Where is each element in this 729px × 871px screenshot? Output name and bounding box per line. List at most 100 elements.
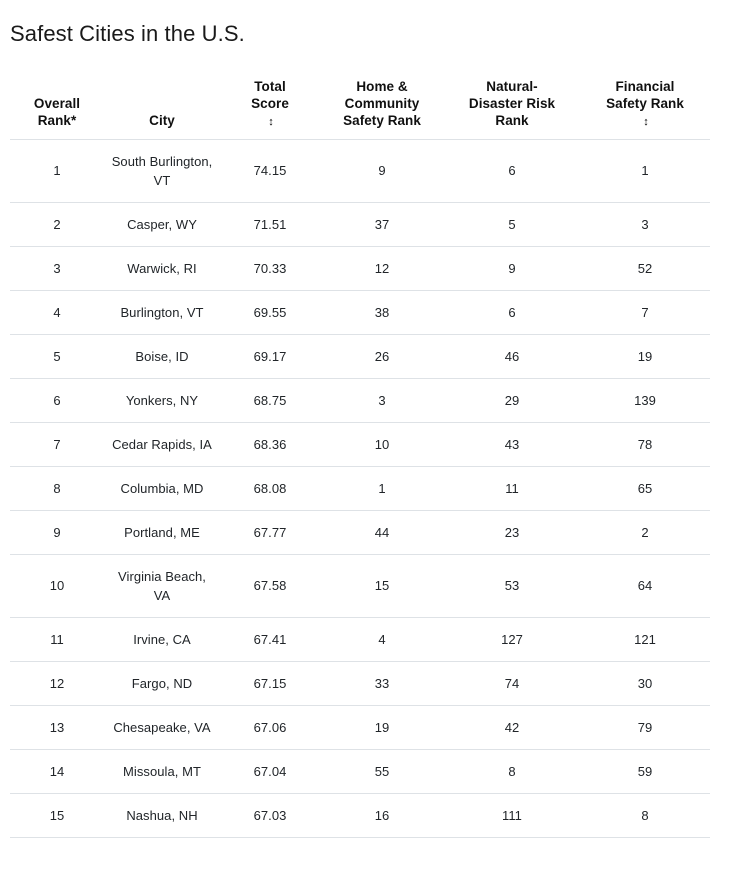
- sort-icon-line: ↕: [224, 112, 316, 129]
- table-row: 14 Missoula, MT 67.04 55 8 59: [10, 749, 710, 794]
- cell-city: Virginia Beach, VA: [104, 554, 220, 618]
- cell-rank: 12: [10, 661, 104, 706]
- cell-fin: 78: [580, 422, 710, 467]
- cell-city: Columbia, MD: [104, 466, 220, 511]
- cell-nat: 42: [444, 705, 580, 750]
- cell-home: 1: [320, 466, 444, 511]
- cell-fin: 19: [580, 334, 710, 379]
- column-total-score[interactable]: Total Score ↕: [220, 78, 320, 140]
- cell-home: 16: [320, 793, 444, 838]
- cell-rank: 4: [10, 290, 104, 335]
- cell-nat: 111: [444, 793, 580, 838]
- cell-fin: 64: [580, 554, 710, 618]
- table-row: 9 Portland, ME 67.77 44 23 2: [10, 510, 710, 555]
- cell-nat: 8: [444, 749, 580, 794]
- table-header: Overall Rank* City Total Score ↕ Home & Communi…: [10, 78, 710, 140]
- cell-home: 26: [320, 334, 444, 379]
- cell-score: 74.15: [220, 139, 320, 203]
- column-header-label: Score: [251, 96, 289, 111]
- cell-fin: 7: [580, 290, 710, 335]
- cell-score: 68.75: [220, 378, 320, 423]
- cell-fin: 2: [580, 510, 710, 555]
- column-header-label: Rank*: [37, 113, 77, 128]
- cell-city: Burlington, VT: [104, 290, 220, 335]
- column-header-label: Safety Rank: [606, 96, 684, 111]
- table-row: 8 Columbia, MD 68.08 1 11 65: [10, 466, 710, 511]
- cell-rank: 13: [10, 705, 104, 750]
- column-header-label: Rank: [495, 113, 529, 128]
- cell-city: Chesapeake, VA: [104, 705, 220, 750]
- cell-score: 70.33: [220, 246, 320, 291]
- table-row: 12 Fargo, ND 67.15 33 74 30: [10, 661, 710, 706]
- cell-city: Casper, WY: [104, 202, 220, 247]
- page-root: Safest Cities in the U.S. Overall Rank* Ci…: [0, 0, 729, 871]
- table-row: 15 Nashua, NH 67.03 16 111 8: [10, 793, 710, 838]
- cell-score: 67.41: [220, 617, 320, 662]
- table-row: 5 Boise, ID 69.17 26 46 19: [10, 334, 710, 379]
- sort-toggle-icon[interactable]: ↕: [268, 117, 274, 128]
- table-row: 1 South Burlington, VT 74.15 9 6 1: [10, 139, 710, 203]
- cell-nat: 53: [444, 554, 580, 618]
- column-financial-safety-rank[interactable]: Financial Safety Rank ↕: [580, 78, 710, 140]
- cell-score: 67.04: [220, 749, 320, 794]
- cell-city: Nashua, NH: [104, 793, 220, 838]
- cell-fin: 1: [580, 139, 710, 203]
- cell-rank: 8: [10, 466, 104, 511]
- column-header-label: Natural-: [486, 79, 538, 94]
- cell-home: 3: [320, 378, 444, 423]
- cell-home: 19: [320, 705, 444, 750]
- cell-fin: 8: [580, 793, 710, 838]
- column-header-label: Financial: [615, 79, 675, 94]
- cell-rank: 15: [10, 793, 104, 838]
- cell-home: 10: [320, 422, 444, 467]
- cell-home: 38: [320, 290, 444, 335]
- table-row: 11 Irvine, CA 67.41 4 127 121: [10, 617, 710, 662]
- cell-nat: 9: [444, 246, 580, 291]
- cell-nat: 23: [444, 510, 580, 555]
- cell-nat: 6: [444, 139, 580, 203]
- table-row: 6 Yonkers, NY 68.75 3 29 139: [10, 378, 710, 423]
- cell-rank: 1: [10, 139, 104, 203]
- cell-city: Fargo, ND: [104, 661, 220, 706]
- safest-cities-table: Overall Rank* City Total Score ↕ Home & Communi…: [10, 78, 710, 838]
- cell-score: 68.08: [220, 466, 320, 511]
- column-natural-disaster-risk-rank[interactable]: Natural- Disaster Risk Rank: [444, 78, 580, 140]
- cell-score: 67.03: [220, 793, 320, 838]
- cell-city: Portland, ME: [104, 510, 220, 555]
- cell-nat: 11: [444, 466, 580, 511]
- column-city: City: [104, 78, 220, 140]
- column-header-label: City: [149, 113, 175, 128]
- cell-city: Yonkers, NY: [104, 378, 220, 423]
- column-header-label: Home &: [356, 79, 408, 94]
- cell-rank: 11: [10, 617, 104, 662]
- cell-city: South Burlington, VT: [104, 139, 220, 203]
- cell-rank: 2: [10, 202, 104, 247]
- column-header-label: Disaster Risk: [468, 96, 556, 111]
- cell-rank: 10: [10, 554, 104, 618]
- table-row: 13 Chesapeake, VA 67.06 19 42 79: [10, 705, 710, 750]
- table-header-row: Overall Rank* City Total Score ↕ Home & Communi…: [10, 78, 710, 140]
- cell-fin: 139: [580, 378, 710, 423]
- table-row: 4 Burlington, VT 69.55 38 6 7: [10, 290, 710, 335]
- column-overall-rank[interactable]: Overall Rank*: [10, 78, 104, 140]
- cell-rank: 7: [10, 422, 104, 467]
- cell-city: Warwick, RI: [104, 246, 220, 291]
- sort-toggle-icon[interactable]: ↕: [643, 117, 649, 128]
- cell-home: 55: [320, 749, 444, 794]
- column-home-community-safety-rank[interactable]: Home & Community Safety Rank: [320, 78, 444, 140]
- cell-fin: 52: [580, 246, 710, 291]
- column-header-label: Community: [344, 96, 420, 111]
- cell-nat: 6: [444, 290, 580, 335]
- cell-score: 71.51: [220, 202, 320, 247]
- cell-fin: 121: [580, 617, 710, 662]
- cell-city: Irvine, CA: [104, 617, 220, 662]
- ranking-table-container: Overall Rank* City Total Score ↕ Home & Communi…: [10, 78, 710, 838]
- column-header-label: Overall: [33, 96, 81, 111]
- cell-score: 69.55: [220, 290, 320, 335]
- cell-rank: 6: [10, 378, 104, 423]
- cell-score: 67.06: [220, 705, 320, 750]
- cell-nat: 5: [444, 202, 580, 247]
- cell-city: Boise, ID: [104, 334, 220, 379]
- cell-home: 15: [320, 554, 444, 618]
- cell-score: 67.15: [220, 661, 320, 706]
